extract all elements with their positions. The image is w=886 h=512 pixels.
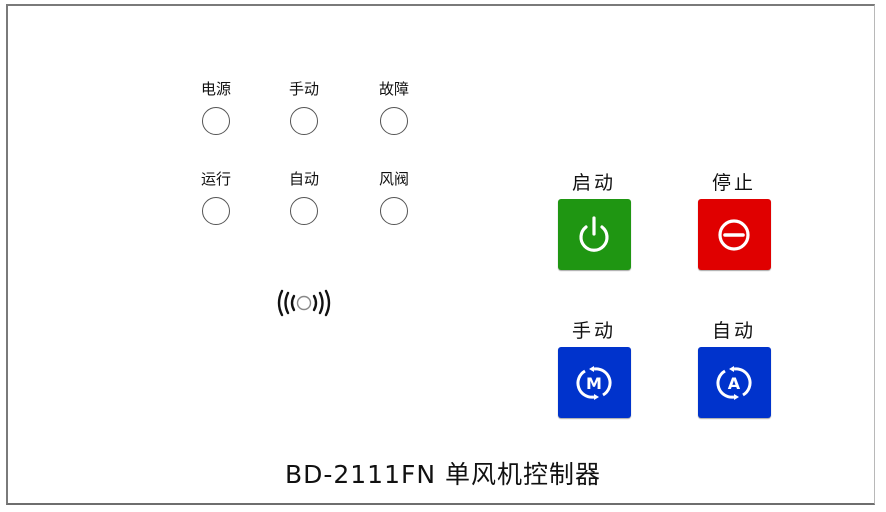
indicator-damper: 风阀 [364, 170, 424, 225]
lamp-icon [202, 107, 230, 135]
manual-button[interactable]: M [557, 347, 631, 418]
mode-glyph: M [586, 374, 602, 393]
lamp-icon [290, 197, 318, 225]
power-icon [579, 215, 609, 252]
indicator-power: 电源 [186, 80, 246, 135]
auto-button[interactable]: A [697, 347, 771, 418]
indicator-auto: 自动 [274, 170, 334, 225]
stop-icon [718, 218, 750, 251]
nfc-reader-icon [277, 289, 331, 317]
lamp-icon [380, 197, 408, 225]
lamp-icon [380, 107, 408, 135]
auto-label: 自动 [711, 320, 756, 342]
start-label: 启动 [571, 172, 616, 194]
stop-control: 停止 [697, 172, 771, 270]
start-control: 启动 [557, 172, 631, 270]
indicator-label: 手动 [288, 80, 319, 98]
auto-mode-icon: A [716, 365, 752, 400]
indicator-label: 自动 [288, 170, 319, 188]
manual-control: 手动 M [557, 320, 631, 418]
indicator-label: 风阀 [378, 170, 409, 188]
manual-mode-icon: M [576, 365, 612, 400]
auto-control: 自动 A [697, 320, 771, 418]
indicator-label: 故障 [378, 80, 409, 98]
indicator-manual: 手动 [274, 80, 334, 135]
stop-label: 停止 [711, 172, 756, 194]
indicator-label: 运行 [200, 170, 231, 188]
indicator-running: 运行 [186, 170, 246, 225]
lamp-icon [202, 197, 230, 225]
device-title: BD-2111FN 单风机控制器 [284, 460, 602, 489]
indicator-fault: 故障 [364, 80, 424, 135]
lamp-icon [290, 107, 318, 135]
stop-button[interactable] [697, 199, 771, 270]
start-button[interactable] [557, 199, 631, 270]
manual-label: 手动 [571, 320, 616, 342]
indicator-label: 电源 [200, 80, 231, 98]
mode-glyph: A [728, 374, 741, 393]
